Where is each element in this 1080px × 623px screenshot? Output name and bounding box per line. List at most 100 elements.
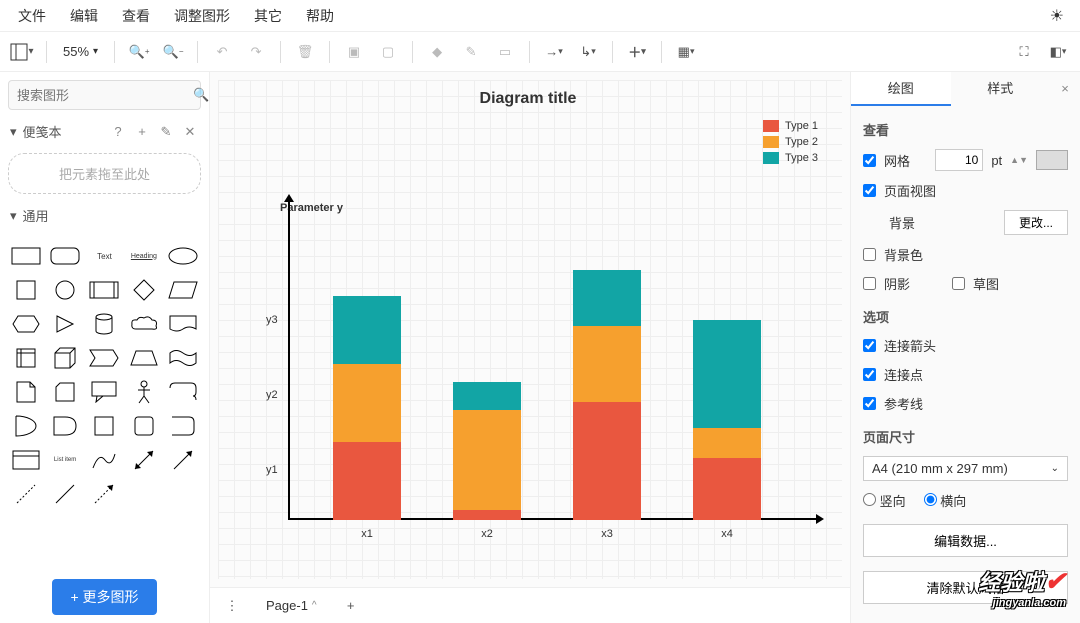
- menu-extras[interactable]: 其它: [244, 2, 292, 30]
- shape-heading[interactable]: Heading: [126, 241, 161, 271]
- shape-cylinder[interactable]: [87, 309, 122, 339]
- shape-list-item[interactable]: List item: [47, 445, 82, 475]
- guides-checkbox[interactable]: [863, 397, 876, 410]
- grid-checkbox[interactable]: [863, 154, 876, 167]
- undo-icon[interactable]: ↶: [208, 38, 236, 66]
- shadow-checkbox[interactable]: [863, 277, 876, 290]
- search-icon[interactable]: 🔍: [193, 87, 209, 103]
- shape-process[interactable]: [87, 275, 122, 305]
- shape-note[interactable]: [8, 377, 43, 407]
- zoom-in-icon[interactable]: 🔍+: [125, 38, 153, 66]
- pagesize-select[interactable]: A4 (210 mm x 297 mm)⌄: [863, 456, 1068, 481]
- format-panel-toggle-icon[interactable]: ◧▾: [1044, 38, 1072, 66]
- shape-rounded-rect[interactable]: [47, 241, 82, 271]
- to-front-icon[interactable]: ▣: [340, 38, 368, 66]
- shape-arrow[interactable]: [166, 445, 201, 475]
- shape-container[interactable]: [126, 411, 161, 441]
- shape-or[interactable]: [8, 411, 43, 441]
- shape-document[interactable]: [166, 309, 201, 339]
- shape-internal-storage[interactable]: [8, 343, 43, 373]
- fill-color-icon[interactable]: ◆: [423, 38, 451, 66]
- shape-and[interactable]: [47, 411, 82, 441]
- bar-x3[interactable]: x3: [573, 270, 641, 520]
- drawing-canvas[interactable]: Diagram title Type 1 Type 2 Type 3 Param…: [218, 80, 842, 579]
- zoom-select[interactable]: 55% ▾: [57, 44, 104, 59]
- menu-arrange[interactable]: 调整图形: [164, 2, 240, 30]
- orient-landscape[interactable]: 横向: [924, 491, 967, 510]
- more-shapes-button[interactable]: + 更多图形: [52, 579, 156, 615]
- edit-data-button[interactable]: 编辑数据...: [863, 524, 1068, 557]
- shape-cloud[interactable]: [126, 309, 161, 339]
- shape-cube[interactable]: [47, 343, 82, 373]
- shape-data-store[interactable]: [87, 411, 122, 441]
- shape-curly[interactable]: [166, 377, 201, 407]
- bar-x2[interactable]: x2: [453, 382, 521, 520]
- redo-icon[interactable]: ↷: [242, 38, 270, 66]
- conn-arrows-checkbox[interactable]: [863, 339, 876, 352]
- edit-icon[interactable]: ✎: [157, 124, 175, 140]
- scratchpad-drop-zone[interactable]: 把元素拖至此处: [8, 153, 201, 194]
- fullscreen-icon[interactable]: ⛶: [1010, 38, 1038, 66]
- general-header[interactable]: ▾ 通用: [8, 202, 201, 229]
- panel-close-icon[interactable]: ×: [1050, 72, 1080, 106]
- shape-trapezoid[interactable]: [126, 343, 161, 373]
- search-input[interactable]: [17, 88, 193, 103]
- shape-ellipse[interactable]: [166, 241, 201, 271]
- shape-card[interactable]: [47, 377, 82, 407]
- connection-icon[interactable]: →▾: [540, 38, 568, 66]
- shape-bidir-arrow[interactable]: [126, 445, 161, 475]
- insert-icon[interactable]: ＋▾: [623, 38, 651, 66]
- menu-view[interactable]: 查看: [112, 2, 160, 30]
- bg-color-checkbox[interactable]: [863, 248, 876, 261]
- delete-icon[interactable]: 🗑: [291, 38, 319, 66]
- shape-parallelogram[interactable]: [166, 275, 201, 305]
- page-menu-icon[interactable]: ⋮: [218, 592, 246, 620]
- to-back-icon[interactable]: ▢: [374, 38, 402, 66]
- menu-file[interactable]: 文件: [8, 2, 56, 30]
- chart[interactable]: Diagram title Type 1 Type 2 Type 3 Param…: [238, 90, 818, 570]
- waypoint-icon[interactable]: ↳▾: [574, 38, 602, 66]
- shape-line[interactable]: [47, 479, 82, 509]
- grid-color-swatch[interactable]: [1036, 150, 1068, 170]
- shadow-toggle-icon[interactable]: ▭: [491, 38, 519, 66]
- shape-list[interactable]: [8, 445, 43, 475]
- grid-size-input[interactable]: [935, 149, 983, 171]
- shape-collate[interactable]: [166, 411, 201, 441]
- line-color-icon[interactable]: ✎: [457, 38, 485, 66]
- shape-curve[interactable]: [87, 445, 122, 475]
- page-tab-1[interactable]: Page-1 ^: [256, 594, 327, 617]
- shape-callout[interactable]: [87, 377, 122, 407]
- shape-square[interactable]: [8, 275, 43, 305]
- shape-search[interactable]: 🔍: [8, 80, 201, 110]
- bar-x4[interactable]: x4: [693, 320, 761, 520]
- shape-dashed-arrow[interactable]: [87, 479, 122, 509]
- table-icon[interactable]: ▦▾: [672, 38, 700, 66]
- shape-tape[interactable]: [166, 343, 201, 373]
- shape-actor[interactable]: [126, 377, 161, 407]
- tab-diagram[interactable]: 绘图: [851, 72, 951, 106]
- tab-style[interactable]: 样式: [951, 72, 1051, 106]
- scratchpad-header[interactable]: ▾ 便笺本 ? + ✎ ✕: [8, 118, 201, 145]
- shape-dashed-line[interactable]: [8, 479, 43, 509]
- menu-help[interactable]: 帮助: [296, 2, 344, 30]
- close-icon[interactable]: ✕: [181, 124, 199, 140]
- view-mode-button[interactable]: ▾: [8, 38, 36, 66]
- conn-points-checkbox[interactable]: [863, 368, 876, 381]
- sketch-checkbox[interactable]: [952, 277, 965, 290]
- zoom-out-icon[interactable]: 🔍−: [159, 38, 187, 66]
- shape-circle[interactable]: [47, 275, 82, 305]
- add-icon[interactable]: +: [133, 124, 151, 139]
- shape-step[interactable]: [87, 343, 122, 373]
- change-bg-button[interactable]: 更改...: [1004, 210, 1068, 235]
- orient-portrait[interactable]: 竖向: [863, 491, 906, 510]
- menu-edit[interactable]: 编辑: [60, 2, 108, 30]
- add-page-icon[interactable]: +: [337, 592, 365, 620]
- shape-diamond[interactable]: [126, 275, 161, 305]
- bar-x1[interactable]: x1: [333, 296, 401, 520]
- shape-rect[interactable]: [8, 241, 43, 271]
- shape-triangle[interactable]: [47, 309, 82, 339]
- theme-toggle-icon[interactable]: ☀: [1042, 2, 1072, 30]
- shape-text[interactable]: Text: [87, 241, 122, 271]
- page-view-checkbox[interactable]: [863, 184, 876, 197]
- shape-hexagon[interactable]: [8, 309, 43, 339]
